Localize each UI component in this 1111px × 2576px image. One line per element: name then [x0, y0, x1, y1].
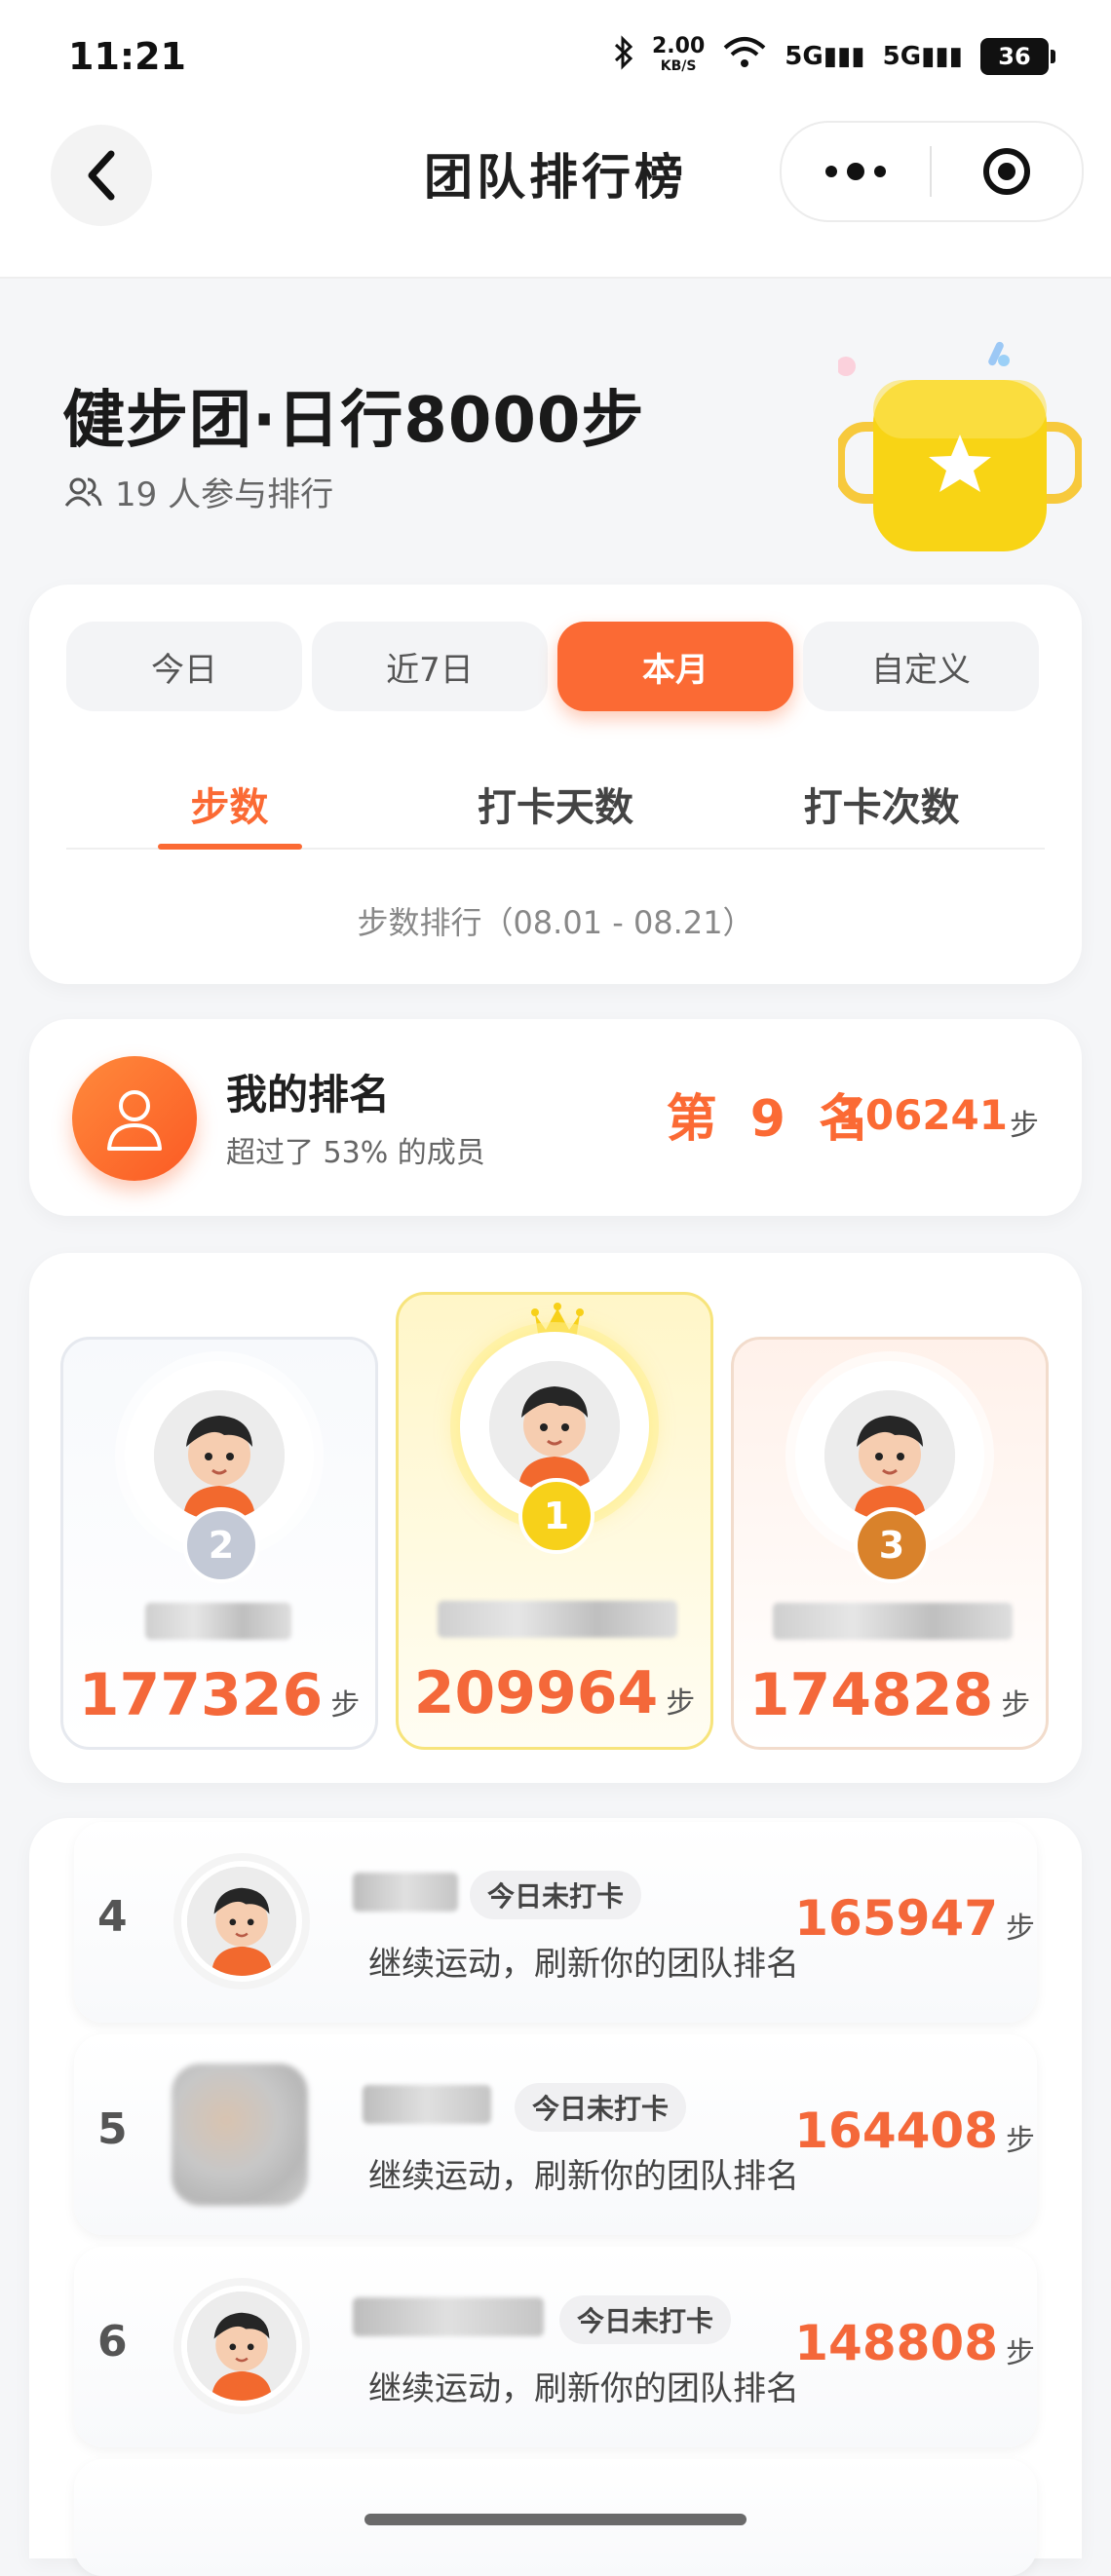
boy-avatar-icon [154, 1390, 285, 1521]
team-title: 健步团·日行8000步 [62, 385, 645, 457]
podium-first[interactable]: 1 209964 步 [396, 1292, 713, 1750]
checkin-status-badge: 今日未打卡 [515, 2083, 687, 2132]
tab-last-7-days[interactable]: 近7日 [312, 622, 548, 711]
boy-avatar-icon [824, 1390, 955, 1521]
row-rank: 5 [97, 2104, 128, 2154]
avatar [181, 1861, 302, 1982]
podium-card: 2 177326 步 1 209964 步 3 174828 步 [29, 1253, 1082, 1783]
list-item[interactable]: 4 今日未打卡 继续运动，刷新你的团队排名 165947 步 [74, 1822, 1037, 2023]
participant-count: 19 人参与排行 [64, 468, 333, 515]
my-rank-card[interactable]: 我的排名 超过了 53% 的成员 第 9 名 106241 步 [29, 1019, 1082, 1216]
my-avatar [72, 1056, 197, 1181]
checkin-status-badge: 今日未打卡 [559, 2295, 732, 2344]
boy-avatar-icon [489, 1361, 620, 1492]
wifi-icon [722, 36, 767, 76]
my-rank-title: 我的排名 [226, 1071, 391, 1118]
podium-third[interactable]: 3 174828 步 [731, 1337, 1049, 1750]
row-subtitle: 继续运动，刷新你的团队排名 [368, 2157, 799, 2196]
row-steps-unit: 步 [1006, 2124, 1035, 2158]
tab-custom[interactable]: 自定义 [803, 622, 1039, 711]
status-bar: 11:21 2.00 KB/S 5G▮▮▮ 5G▮▮▮ 36 [0, 0, 1111, 117]
tab-this-month[interactable]: 本月 [557, 622, 793, 711]
member-name-blurred [773, 1603, 1013, 1640]
boy-avatar-icon [187, 1867, 296, 1976]
tab-steps[interactable]: 步数 [66, 750, 393, 850]
mini-program-capsule [780, 121, 1084, 222]
row-steps-unit: 步 [1006, 2336, 1035, 2370]
users-icon [64, 477, 102, 507]
nav-bar: 团队排行榜 [0, 117, 1111, 279]
my-steps: 106241 [836, 1091, 1008, 1139]
avatar [824, 1390, 955, 1521]
battery-icon: 36 [980, 37, 1055, 75]
tab-checkin-days[interactable]: 打卡天数 [393, 750, 719, 848]
my-steps-unit: 步 [1010, 1109, 1039, 1143]
member-name-blurred [353, 2297, 544, 2336]
tab-today[interactable]: 今日 [66, 622, 302, 711]
my-rank-subtitle: 超过了 53% 的成员 [226, 1136, 485, 1170]
status-time: 11:21 [68, 35, 186, 78]
row-subtitle: 继续运动，刷新你的团队排名 [368, 1945, 799, 1984]
avatar [154, 1390, 285, 1521]
member-name-blurred [353, 1873, 458, 1912]
podium-steps: 209964 步 [413, 1659, 696, 1727]
rank-medal-1: 1 [518, 1478, 594, 1554]
member-name-blurred [145, 1603, 291, 1640]
cell-signal-1: 5G▮▮▮ [785, 41, 865, 71]
more-dots-icon [825, 166, 837, 177]
podium-steps: 174828 步 [748, 1661, 1031, 1729]
ranking-list-card: 4 今日未打卡 继续运动，刷新你的团队排名 165947 步 5 今日未打卡 继… [29, 1818, 1082, 2576]
boy-avatar-icon [187, 2292, 296, 2401]
rank-medal-3: 3 [854, 1507, 930, 1583]
trophy-icon [838, 341, 1082, 551]
home-indicator[interactable] [364, 2514, 747, 2525]
row-steps: 165947 [794, 1890, 998, 1947]
status-icons: 2.00 KB/S 5G▮▮▮ 5G▮▮▮ 36 [613, 33, 1055, 77]
avatar [489, 1361, 620, 1492]
row-subtitle: 继续运动，刷新你的团队排名 [368, 2369, 799, 2408]
checkin-status-badge: 今日未打卡 [470, 1871, 642, 1919]
podium-second[interactable]: 2 177326 步 [60, 1337, 378, 1750]
tab-checkin-count[interactable]: 打卡次数 [718, 750, 1045, 848]
row-steps: 164408 [794, 2102, 998, 2159]
metric-tabs: 步数 打卡天数 打卡次数 [66, 750, 1045, 850]
cell-signal-2: 5G▮▮▮ [882, 41, 963, 71]
list-item[interactable]: 6 今日未打卡 继续运动，刷新你的团队排名 148808 步 [74, 2247, 1037, 2447]
row-rank: 4 [97, 1892, 128, 1942]
row-rank: 6 [97, 2317, 128, 2367]
member-name-blurred [363, 2085, 491, 2124]
member-name-blurred [438, 1601, 677, 1638]
net-speed: 2.00 KB/S [651, 33, 706, 74]
row-steps: 148808 [794, 2315, 998, 2371]
target-icon [983, 148, 1030, 195]
user-icon [107, 1090, 162, 1151]
podium-steps: 177326 步 [78, 1661, 361, 1729]
list-item[interactable]: 5 今日未打卡 继续运动，刷新你的团队排名 164408 步 [74, 2034, 1037, 2235]
row-steps-unit: 步 [1006, 1912, 1035, 1946]
more-button[interactable] [782, 163, 930, 180]
range-tabs: 今日 近7日 本月 自定义 [66, 622, 1039, 711]
close-mini-program-button[interactable] [932, 148, 1082, 195]
avatar-blurred [172, 2064, 308, 2206]
filter-card: 今日 近7日 本月 自定义 步数 打卡天数 打卡次数 步数排行（08.01 - … [29, 585, 1082, 984]
bluetooth-icon [613, 35, 634, 77]
rank-medal-2: 2 [183, 1507, 259, 1583]
range-caption: 步数排行（08.01 - 08.21） [357, 904, 754, 941]
avatar [181, 2286, 302, 2406]
